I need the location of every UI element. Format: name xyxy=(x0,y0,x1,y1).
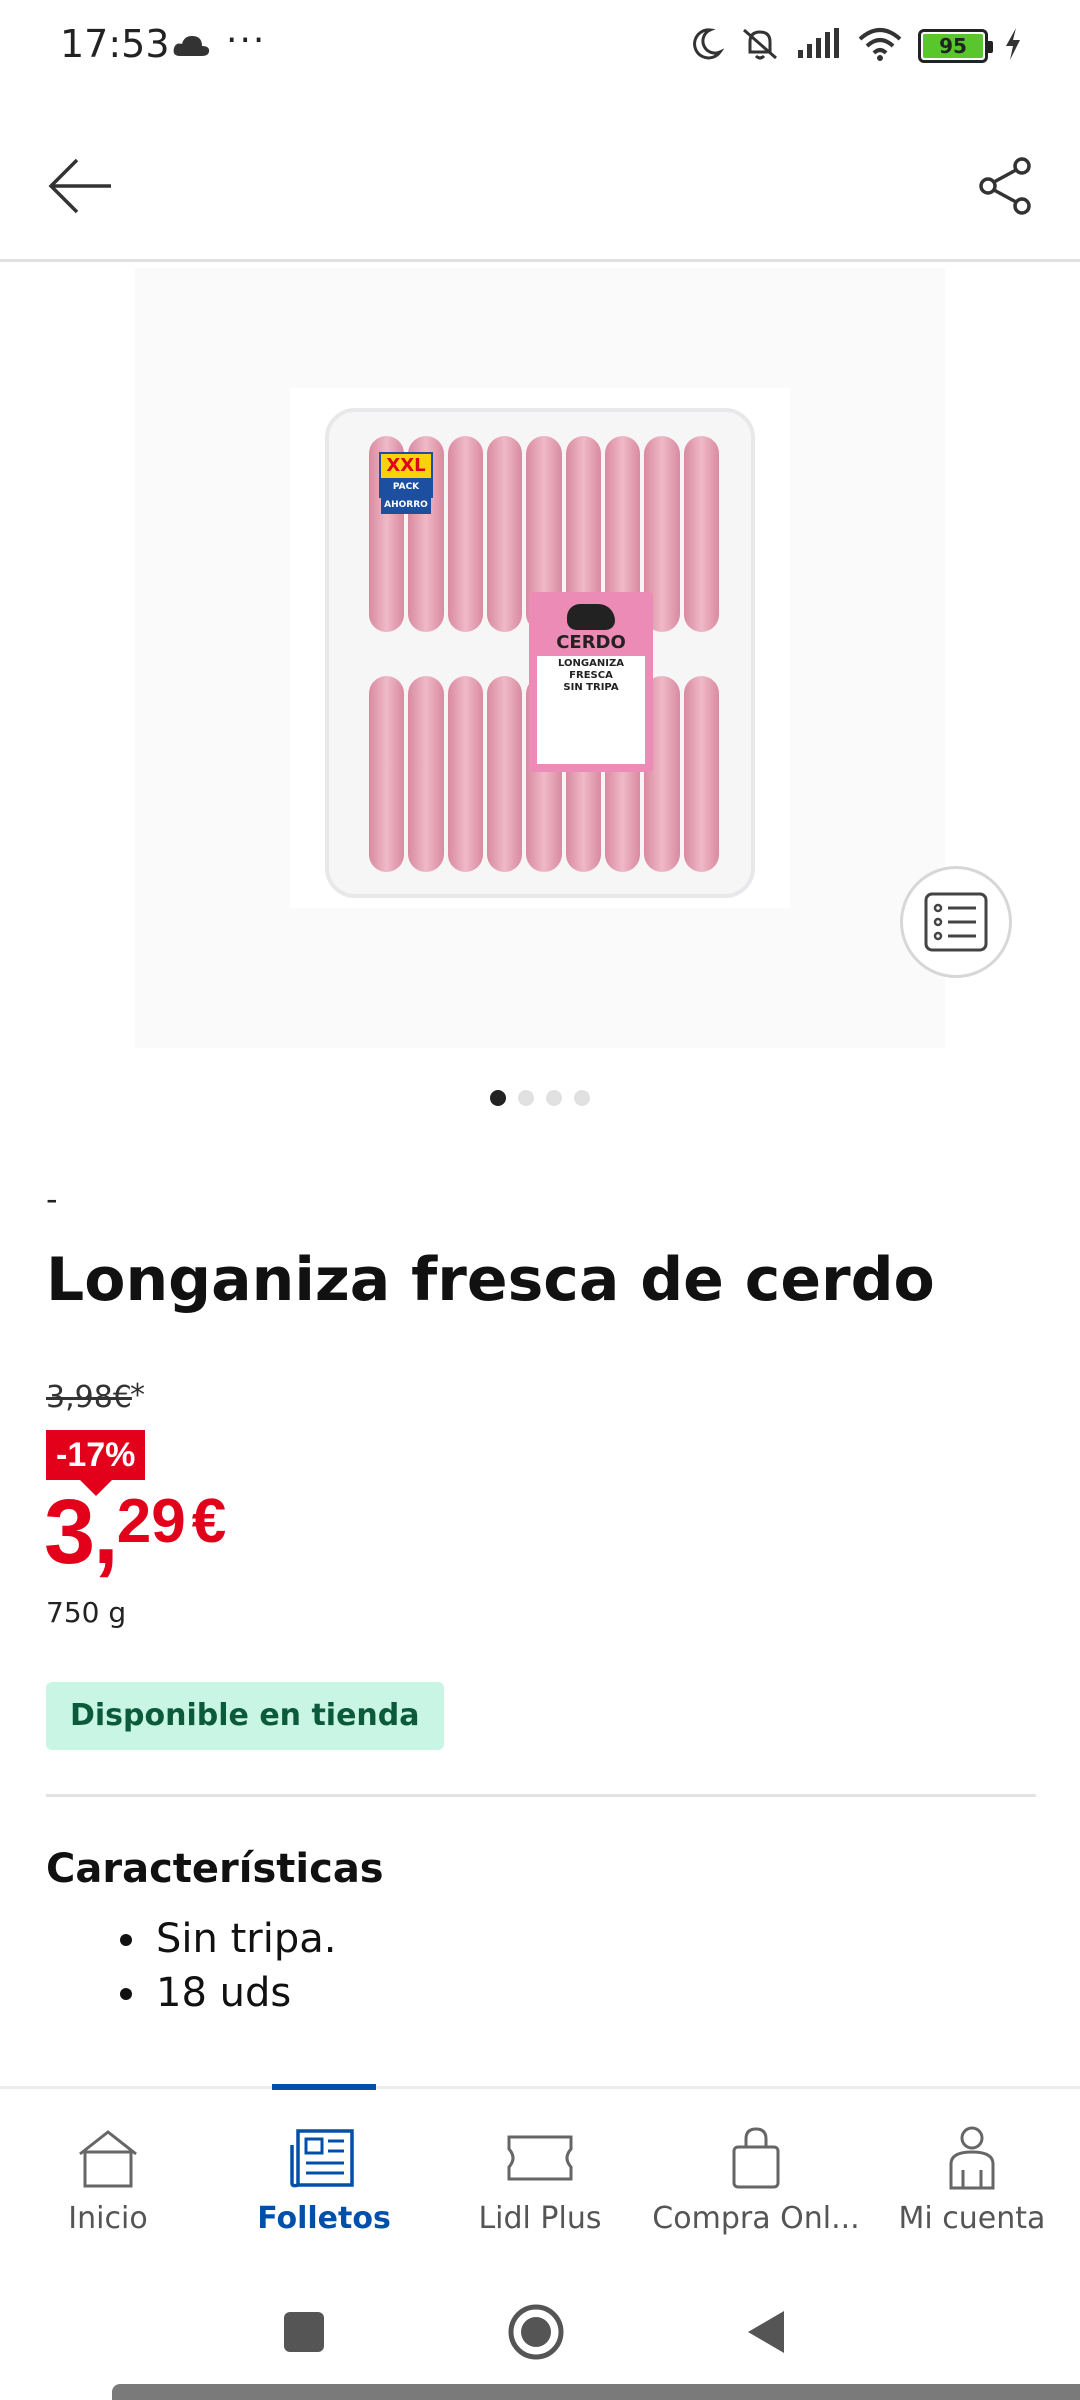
carousel-dot[interactable] xyxy=(546,1090,562,1106)
discount-badge: -17% xyxy=(46,1430,146,1496)
triangle-back-icon xyxy=(748,2311,784,2353)
feature-item: Sin tripa. xyxy=(120,1912,336,1966)
product-tray: XXL PACK AHORRO CERDO LONGANIZA FRESCA S… xyxy=(325,408,755,898)
package-label: CERDO LONGANIZA FRESCA SIN TRIPA xyxy=(529,592,653,772)
back-button[interactable] xyxy=(40,146,120,226)
feature-item: 18 uds xyxy=(120,1966,336,2020)
square-icon xyxy=(284,2312,324,2352)
product-image: XXL PACK AHORRO CERDO LONGANIZA FRESCA S… xyxy=(290,388,790,908)
product-brand: - xyxy=(46,1180,58,1218)
status-bar: 17:53 ··· 95 xyxy=(0,0,1080,96)
carousel-dot[interactable] xyxy=(574,1090,590,1106)
pig-icon xyxy=(567,604,615,630)
availability-badge: Disponible en tienda xyxy=(46,1682,444,1750)
product-image-carousel[interactable]: XXL PACK AHORRO CERDO LONGANIZA FRESCA S… xyxy=(135,268,945,1048)
product-title: Longaniza fresca de cerdo xyxy=(46,1245,935,1315)
product-weight: 750 g xyxy=(46,1596,127,1629)
nav-item-mi-cuenta[interactable]: Mi cuenta xyxy=(864,2123,1080,2236)
nav-item-inicio[interactable]: Inicio xyxy=(0,2123,216,2236)
carousel-dot[interactable] xyxy=(518,1090,534,1106)
status-dots: ··· xyxy=(226,20,267,61)
nav-item-folletos[interactable]: Folletos xyxy=(216,2123,432,2236)
carousel-dots xyxy=(490,1090,590,1106)
bottom-navigation: Inicio Folletos Lidl Plus Compra Onl... … xyxy=(0,2084,1080,2262)
status-time: 17:53 xyxy=(60,22,170,66)
checklist-button[interactable] xyxy=(900,866,1012,978)
share-icon xyxy=(979,157,1031,215)
battery-level: 95 xyxy=(923,34,983,58)
checklist-icon xyxy=(924,892,988,952)
arrow-left-icon xyxy=(48,158,111,214)
signal-icon xyxy=(796,28,842,64)
newspaper-icon xyxy=(290,2129,354,2188)
share-button[interactable] xyxy=(966,146,1046,226)
circle-icon xyxy=(508,2304,564,2360)
battery-icon: 95 xyxy=(918,29,993,63)
user-icon xyxy=(949,2126,995,2190)
bell-off-icon xyxy=(740,26,780,66)
old-price-note: * xyxy=(130,1378,145,1413)
divider xyxy=(46,1794,1036,1797)
cloud-icon xyxy=(172,34,212,62)
old-price: 3,98€ xyxy=(46,1380,132,1415)
active-tab-indicator xyxy=(272,2084,376,2090)
charging-icon xyxy=(1004,28,1022,64)
home-icon xyxy=(79,2130,137,2188)
back-system-button[interactable] xyxy=(726,2292,806,2372)
nav-item-lidl-plus[interactable]: Lidl Plus xyxy=(432,2123,648,2236)
app-header xyxy=(0,120,1080,262)
ticket-icon xyxy=(507,2135,573,2181)
current-price: 3,29€ xyxy=(44,1481,227,1583)
wifi-icon xyxy=(858,27,902,65)
gesture-bar xyxy=(112,2384,1080,2400)
moon-icon xyxy=(688,26,725,66)
features-title: Características xyxy=(46,1846,384,1892)
system-navigation xyxy=(0,2262,1080,2400)
xxl-badge: XXL PACK AHORRO xyxy=(379,452,433,514)
carousel-dot[interactable] xyxy=(490,1090,506,1106)
nav-item-compra-online[interactable]: Compra Onl... xyxy=(648,2123,864,2236)
features-list: Sin tripa. 18 uds xyxy=(120,1912,336,2020)
recents-button[interactable] xyxy=(264,2292,344,2372)
shopping-bag-icon xyxy=(732,2127,780,2189)
home-button[interactable] xyxy=(496,2292,576,2372)
